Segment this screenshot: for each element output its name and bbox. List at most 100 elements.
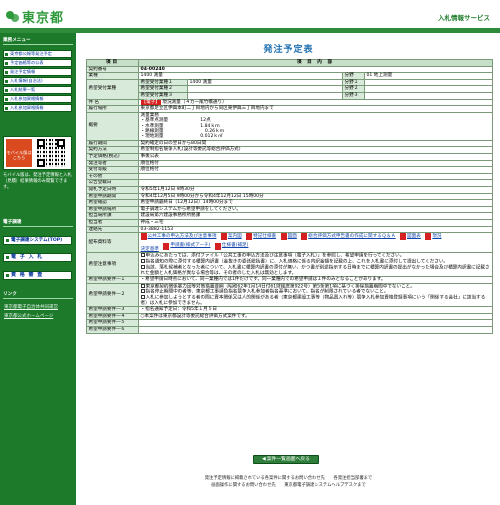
pdf-icon — [246, 233, 253, 241]
row-label: 分野１ — [342, 78, 365, 87]
checkbox-icon — [140, 264, 145, 269]
bullet-icon — [5, 79, 8, 83]
footer-line-2: 画面操作に関するお問い合わせ先 東京都電子調達システムヘルプデスクまで — [211, 483, 366, 488]
row-label: 希望申請要件―６ — [86, 326, 139, 334]
logo-text: 東京都 — [22, 10, 65, 26]
sidebar-item-qualification-2[interactable]: 入札参加資格情報 — [3, 104, 72, 112]
file-link[interactable]: 決定基準 — [141, 247, 159, 253]
row-label: 希望受付業種２ — [138, 85, 188, 93]
sidebar-item-order-schedule[interactable]: 発注予定情報 — [3, 68, 72, 76]
link-tokyo-official[interactable]: 東京都公式ホームページ — [4, 313, 53, 319]
other-value — [137, 172, 494, 181]
file-link[interactable]: 申請書(様式アーチ) — [163, 242, 210, 250]
row-label: その他 — [86, 172, 139, 181]
period-value: 契約確定の日の翌日から80日間 — [137, 139, 494, 148]
pdf-icon — [140, 233, 147, 241]
service-title: 入札情報サービス — [438, 14, 490, 22]
row-label: 希望申請要件―５ — [86, 319, 139, 328]
checkbox-icon — [140, 259, 145, 264]
sub-work-value — [187, 85, 343, 93]
mobile-note: モバイル版は、発注予定情報と入札（見積）結果情報のみ閲覧できます。 — [3, 173, 72, 190]
checkbox-icon — [140, 295, 145, 300]
file-link[interactable]: 案内図 — [220, 233, 242, 241]
row-label: 希望申請要件―４ — [86, 312, 139, 321]
file-link[interactable]: 図面表 — [400, 233, 421, 241]
apply-place-value: 電子調達システムから希望申請をしてください。 — [137, 205, 494, 214]
file-link[interactable]: 現況 — [425, 233, 442, 241]
pdf-icon — [163, 242, 170, 250]
sub-work-value: 1400 測量 — [187, 78, 343, 87]
sidebar-item-price-disclosure[interactable]: 予定価格等の公表 — [3, 59, 72, 67]
file-link[interactable]: 特記仕様書 — [246, 233, 276, 241]
notes5-value: ○本案件は東京都設計等委託総合評価方式案件です。 — [137, 312, 494, 321]
row-label: 履行期間 — [86, 139, 139, 148]
pdf-icon — [400, 233, 407, 241]
pdf-icon — [214, 242, 221, 250]
bullet-icon — [5, 70, 8, 74]
row-label: 希望確認 — [86, 199, 139, 207]
budget-value: 事後公表 — [137, 152, 494, 161]
back-to-list-button[interactable]: ◀案件一覧画面へ戻る — [253, 455, 319, 464]
bullet-icon — [5, 52, 8, 56]
sub-field-value — [363, 91, 494, 100]
row-label: 発注等者 — [86, 159, 139, 168]
menu-heading: 業務メニュー — [2, 37, 74, 45]
pdf-icon — [425, 233, 432, 241]
sidebar-item-e-procurement-top[interactable]: 電子調達システム(TOP) — [3, 236, 72, 245]
sidebar-item-bid-info[interactable]: 入札情報(自治法) — [3, 77, 72, 85]
pdf-icon — [280, 233, 287, 241]
pdf-icon — [301, 233, 308, 241]
row-label: 希望受付業種１ — [138, 78, 188, 87]
row-label: 希望申請期間 — [86, 192, 139, 201]
sidebar-item-bid-results[interactable]: 入札結果一覧 — [3, 86, 72, 94]
sidebar-item-e-bidding[interactable]: 電 子 入 札 — [3, 253, 72, 262]
header: 東京都 入札情報サービス — [0, 0, 500, 33]
file-link[interactable]: 公共工事の申込方法及び注意事項 — [140, 233, 216, 241]
row-label: 履行場所 — [86, 105, 139, 113]
row-label: 希望注意事項 — [86, 252, 139, 277]
bullet-icon — [5, 256, 9, 259]
arrow-left-icon: ◀ — [262, 457, 266, 462]
schedule-table: 項目 項 目 内 容 契約番号 04-00240 業種 1400 測量 分野 0… — [86, 59, 494, 334]
method-value: 希望制指名競争入札(設計等委託等総合評価方式) — [137, 146, 494, 154]
checkbox-icon — [140, 289, 145, 294]
file-link[interactable]: 総合評価方式申告書の作成に関するＱ＆Ａ — [301, 233, 396, 241]
main-content: 発注予定表 項目 項 目 内 容 契約番号 04-00240 業種 1400 測… — [82, 33, 495, 505]
sidebar-item-public-notice[interactable]: 東京都公報等発注予定 — [3, 50, 72, 58]
bullet-icon — [5, 239, 9, 242]
header-item: 項目 — [86, 59, 139, 67]
file-link[interactable]: 図面 — [280, 233, 297, 241]
notes1-value: 申込みにあたっては、添付ファイル「公共工事の申込方法及び注意事項（電子入札）」を… — [137, 252, 494, 277]
tokyo-logo[interactable]: 東京都 — [6, 8, 65, 26]
row-label: 予定価格(税込) — [86, 152, 139, 161]
row-label: 分野３ — [342, 91, 365, 100]
area-value — [137, 179, 494, 187]
tokyo-logo-icon — [6, 9, 20, 23]
footer: 発注予定情報に掲載されている各案件に関するお問い合わせ先 各発注担当部署まで 画… — [82, 475, 495, 489]
sidebar-item-qualification-review[interactable]: 資 格 審 査 — [3, 271, 72, 280]
sub-field-value — [363, 78, 494, 87]
row-label: 契約番号 — [86, 65, 139, 74]
link-joint-operation[interactable]: 東京都電子自治体共同運営 — [4, 304, 58, 310]
confirm-value: 希望申請最終日（12月12日）14時00分まで — [137, 199, 494, 207]
notes2-value: ・希望申請日時点において、同一業種内では1件だけです。同一業種内での希望申請は１… — [137, 275, 494, 284]
sub-field-value — [363, 85, 494, 93]
file-link[interactable]: 仕様書(補足) — [214, 242, 248, 250]
electronic-tag: 【電子】 — [140, 99, 161, 106]
bullet-icon — [5, 106, 8, 110]
notes6-value — [137, 319, 494, 328]
row-label: 受付等級 — [86, 166, 139, 174]
checkbox-icon — [140, 283, 145, 288]
sub-work-value — [187, 91, 343, 100]
notes7-value — [137, 326, 494, 334]
header-content: 項 目 内 容 — [137, 59, 494, 67]
accept-value: 順位格付 — [137, 166, 494, 174]
mobile-banner[interactable]: モバイル版はこちら — [3, 136, 72, 170]
sidebar-item-qualification[interactable]: 入札参加資格情報 — [3, 95, 72, 103]
row-label: 公告登載日 — [86, 179, 139, 187]
checkbox-icon — [140, 253, 145, 258]
notes4-value: ・指名通知予定日：令和5年１月５日 — [137, 306, 494, 314]
sidebar: 業務メニュー 東京都公報等発注予定 予定価格等の公表 発注予定情報 入札情報(自… — [0, 33, 76, 505]
bullet-icon — [5, 88, 8, 92]
notes3-value: 東京都契約関係暴力団等対策措置要綱（昭和62年1月14日付61財経庶第922号）… — [137, 282, 494, 308]
